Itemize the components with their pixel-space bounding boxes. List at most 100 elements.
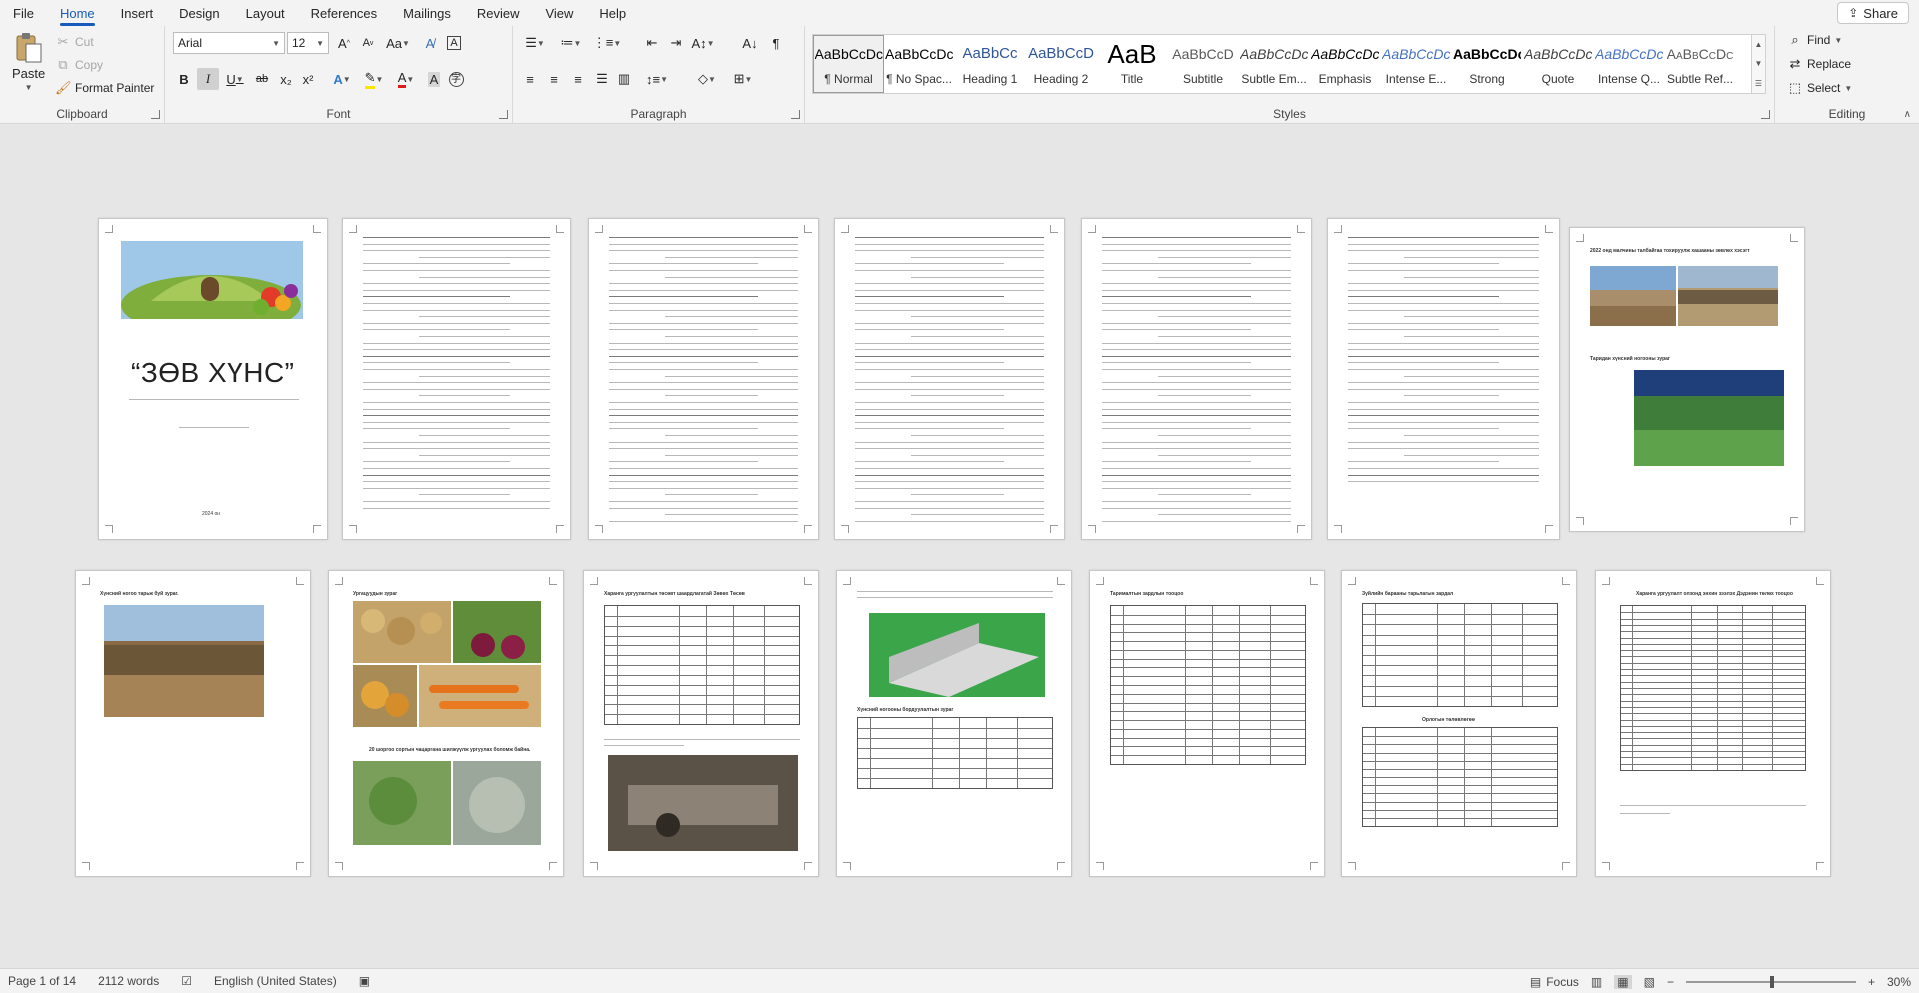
accessibility-status[interactable]: ▣ — [359, 974, 370, 988]
paste-button[interactable]: Paste ▼ — [12, 32, 45, 92]
more-styles-icon[interactable]: ☰ — [1755, 79, 1762, 88]
change-case-button[interactable]: Aa ▼ — [383, 32, 413, 54]
document-page-5[interactable] — [1081, 218, 1312, 540]
tab-view[interactable]: View — [532, 6, 586, 26]
style-tile[interactable]: AaBbCc Heading 1 — [955, 35, 1026, 93]
find-button[interactable]: ⌕ Find ▼ — [1787, 32, 1842, 48]
document-page-9[interactable]: Ургацуудын зураг 20 шоргоо сортын чацарг… — [328, 570, 564, 877]
style-tile[interactable]: AaBbCcDc Intense Q... — [1594, 35, 1665, 93]
focus-button[interactable]: ▤ Focus — [1530, 975, 1579, 989]
highlight-button[interactable]: ✎ ▼ — [359, 68, 389, 90]
document-page-1[interactable]: “ЗӨВ ХҮНС” 2024 он — [98, 218, 328, 540]
style-tile[interactable]: AaBbCcDc ¶ No Spac... — [884, 35, 955, 93]
zoom-in-icon[interactable]: + — [1868, 975, 1875, 989]
style-tile[interactable]: AaBbCcDc Strong — [1452, 35, 1523, 93]
word-count[interactable]: 2112 words — [98, 974, 159, 988]
italic-button[interactable]: I — [197, 68, 219, 90]
style-tile[interactable]: AaBbCcDc Quote — [1523, 35, 1594, 93]
tab-review[interactable]: Review — [464, 6, 533, 26]
collapse-ribbon-icon[interactable]: ∧ — [1904, 109, 1911, 120]
tab-insert[interactable]: Insert — [108, 6, 167, 26]
tab-layout[interactable]: Layout — [233, 6, 298, 26]
tab-file[interactable]: File — [0, 6, 47, 26]
document-page-4[interactable] — [834, 218, 1065, 540]
chevron-down-icon[interactable]: ▼ — [1755, 59, 1763, 68]
clear-formatting-button[interactable]: A̸ — [419, 32, 441, 54]
strikethrough-button[interactable]: ab — [251, 68, 273, 90]
multilevel-list-button[interactable]: ⋮≡ ▼ — [591, 32, 623, 54]
document-page-8[interactable]: Хүнсний ногоо тарьж буй зураг. — [75, 570, 311, 877]
style-tile[interactable]: AaBbCcDc Intense E... — [1381, 35, 1452, 93]
tab-help[interactable]: Help — [586, 6, 639, 26]
replace-button[interactable]: ⇄ Replace — [1787, 56, 1851, 72]
grow-font-button[interactable]: A ^ — [333, 32, 355, 54]
paragraph-launcher-icon[interactable] — [791, 110, 800, 119]
font-name-select[interactable]: Arial ▼ — [173, 32, 285, 54]
show-hide-marks-button[interactable]: ¶ — [765, 32, 787, 54]
tab-references[interactable]: References — [298, 6, 390, 26]
format-painter-button[interactable]: 🖌 Format Painter — [55, 80, 154, 96]
document-page-2[interactable] — [342, 218, 571, 540]
text-effects-button[interactable]: A — [443, 32, 465, 54]
styles-launcher-icon[interactable] — [1761, 110, 1770, 119]
justify-button[interactable]: ☰ — [591, 68, 613, 90]
style-tile[interactable]: AaBbCcD Heading 2 — [1026, 35, 1097, 93]
asian-layout-button[interactable]: A↕ ▼ — [689, 32, 717, 54]
underline-button[interactable]: U ▼ — [221, 68, 249, 90]
document-page-7[interactable]: 2022 онд малчины талбайгаа тохируулж хаш… — [1569, 227, 1805, 532]
document-page-11[interactable]: Хүнсний ногооны бордуулалтын зураг — [836, 570, 1072, 877]
tab-mailings[interactable]: Mailings — [390, 6, 464, 26]
align-center-button[interactable]: ≡ — [543, 68, 565, 90]
document-page-3[interactable] — [588, 218, 819, 540]
line-spacing-button[interactable]: ↕≡ ▼ — [641, 68, 673, 90]
bullets-button[interactable]: ☰ ▼ — [519, 32, 551, 54]
document-page-12[interactable]: Тарималтын зардлын тооцоо — [1089, 570, 1325, 877]
bold-button[interactable]: B — [173, 68, 195, 90]
borders-button[interactable]: ⊞ ▼ — [727, 68, 759, 90]
shrink-font-button[interactable]: Av — [357, 32, 379, 54]
document-page-10[interactable]: Харанга ургуулалтын төсөвт шаардлагатай … — [583, 570, 819, 877]
numbering-button[interactable]: ≔ ▼ — [555, 32, 587, 54]
cut-button[interactable]: ✂ Cut — [55, 34, 94, 50]
zoom-out-icon[interactable]: − — [1667, 975, 1674, 989]
subscript-button[interactable]: x₂ — [275, 68, 297, 90]
sort-button[interactable]: A↓ — [739, 32, 761, 54]
document-page-13[interactable]: Зүйлийн барааны тарьлагын зардал Орлогын… — [1341, 570, 1577, 877]
language-status[interactable]: English (United States) — [214, 974, 337, 988]
zoom-slider[interactable] — [1685, 975, 1856, 988]
align-left-button[interactable]: ≡ — [519, 68, 541, 90]
document-page-6[interactable] — [1327, 218, 1560, 540]
character-shading-button[interactable]: A — [423, 68, 445, 90]
text-effects-color-button[interactable]: A ▼ — [327, 68, 357, 90]
zoom-level[interactable]: 30% — [1887, 975, 1911, 989]
style-tile[interactable]: AaBbCcD Subtitle — [1168, 35, 1239, 93]
font-size-select[interactable]: 12 ▼ — [287, 32, 329, 54]
superscript-button[interactable]: x² — [297, 68, 319, 90]
tab-design[interactable]: Design — [166, 6, 232, 26]
share-button[interactable]: ⇪ Share — [1837, 2, 1909, 24]
style-tile[interactable]: AaBbCcDc Subtle Em... — [1239, 35, 1310, 93]
tab-home[interactable]: Home — [47, 6, 108, 26]
clipboard-launcher-icon[interactable] — [151, 110, 160, 119]
font-color-button[interactable]: A ▼ — [391, 68, 421, 90]
copy-button[interactable]: ⧉ Copy — [55, 57, 103, 73]
style-tile[interactable]: AaBbCcDc Emphasis — [1310, 35, 1381, 93]
document-page-14[interactable]: Харанга ургуулалт олзонд энхин зээлэх Дэ… — [1595, 570, 1831, 877]
select-button[interactable]: ⬚ Select ▼ — [1787, 80, 1852, 96]
web-layout-icon[interactable]: ▧ — [1644, 975, 1655, 989]
distributed-button[interactable]: ▥ — [613, 68, 635, 90]
print-layout-icon[interactable]: ▦ — [1614, 974, 1632, 989]
style-tile[interactable]: AaBbCcDc ¶ Normal — [813, 35, 884, 93]
page-count[interactable]: Page 1 of 14 — [8, 974, 76, 988]
style-tile[interactable]: AaBbCcDc Subtle Ref... — [1665, 35, 1736, 93]
proofing-status[interactable]: ☑ — [181, 974, 192, 988]
font-launcher-icon[interactable] — [499, 110, 508, 119]
style-tile[interactable]: AaB Title — [1097, 35, 1168, 93]
paste-dropdown-icon[interactable]: ▼ — [25, 83, 33, 92]
chevron-up-icon[interactable]: ▲ — [1755, 40, 1763, 49]
document-canvas[interactable]: “ЗӨВ ХҮНС” 2024 он 2022 онд малчины талб… — [0, 125, 1919, 968]
read-mode-icon[interactable]: ▥ — [1591, 975, 1602, 989]
increase-indent-button[interactable]: ⇥ — [665, 32, 687, 54]
align-right-button[interactable]: ≡ — [567, 68, 589, 90]
shading-button[interactable]: ◇ ▼ — [691, 68, 723, 90]
